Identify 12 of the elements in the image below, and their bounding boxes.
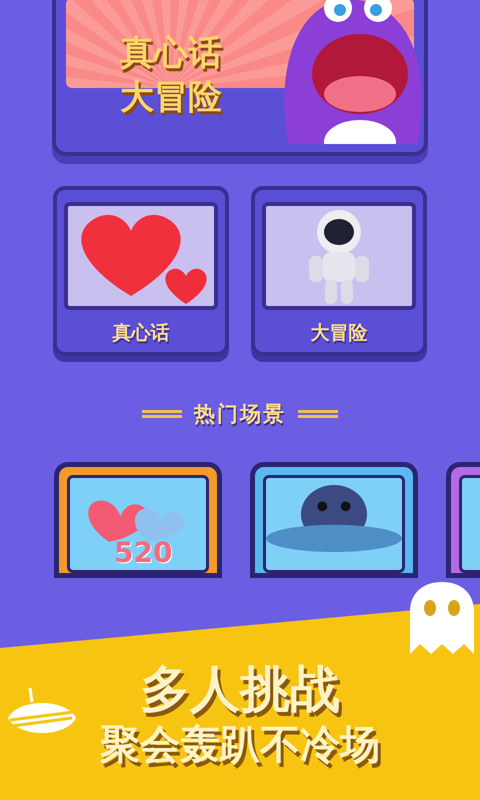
banner-title: 真心话 (119, 36, 223, 70)
banner-title: 大冒险 (119, 80, 223, 114)
mode-label: 真心话 (112, 321, 170, 346)
cake-number: 520 (114, 536, 172, 569)
mode-label: 大冒险 (310, 321, 368, 346)
title-rule (298, 410, 338, 418)
promo-headline: 多人挑战 (140, 662, 340, 717)
title-rule (142, 410, 182, 418)
promo-tagline: 聚会轰趴不冷场 (100, 723, 380, 767)
scene-card[interactable] (250, 462, 418, 578)
section-title: 热门场景 (194, 401, 286, 428)
ghost-icon (410, 582, 474, 654)
